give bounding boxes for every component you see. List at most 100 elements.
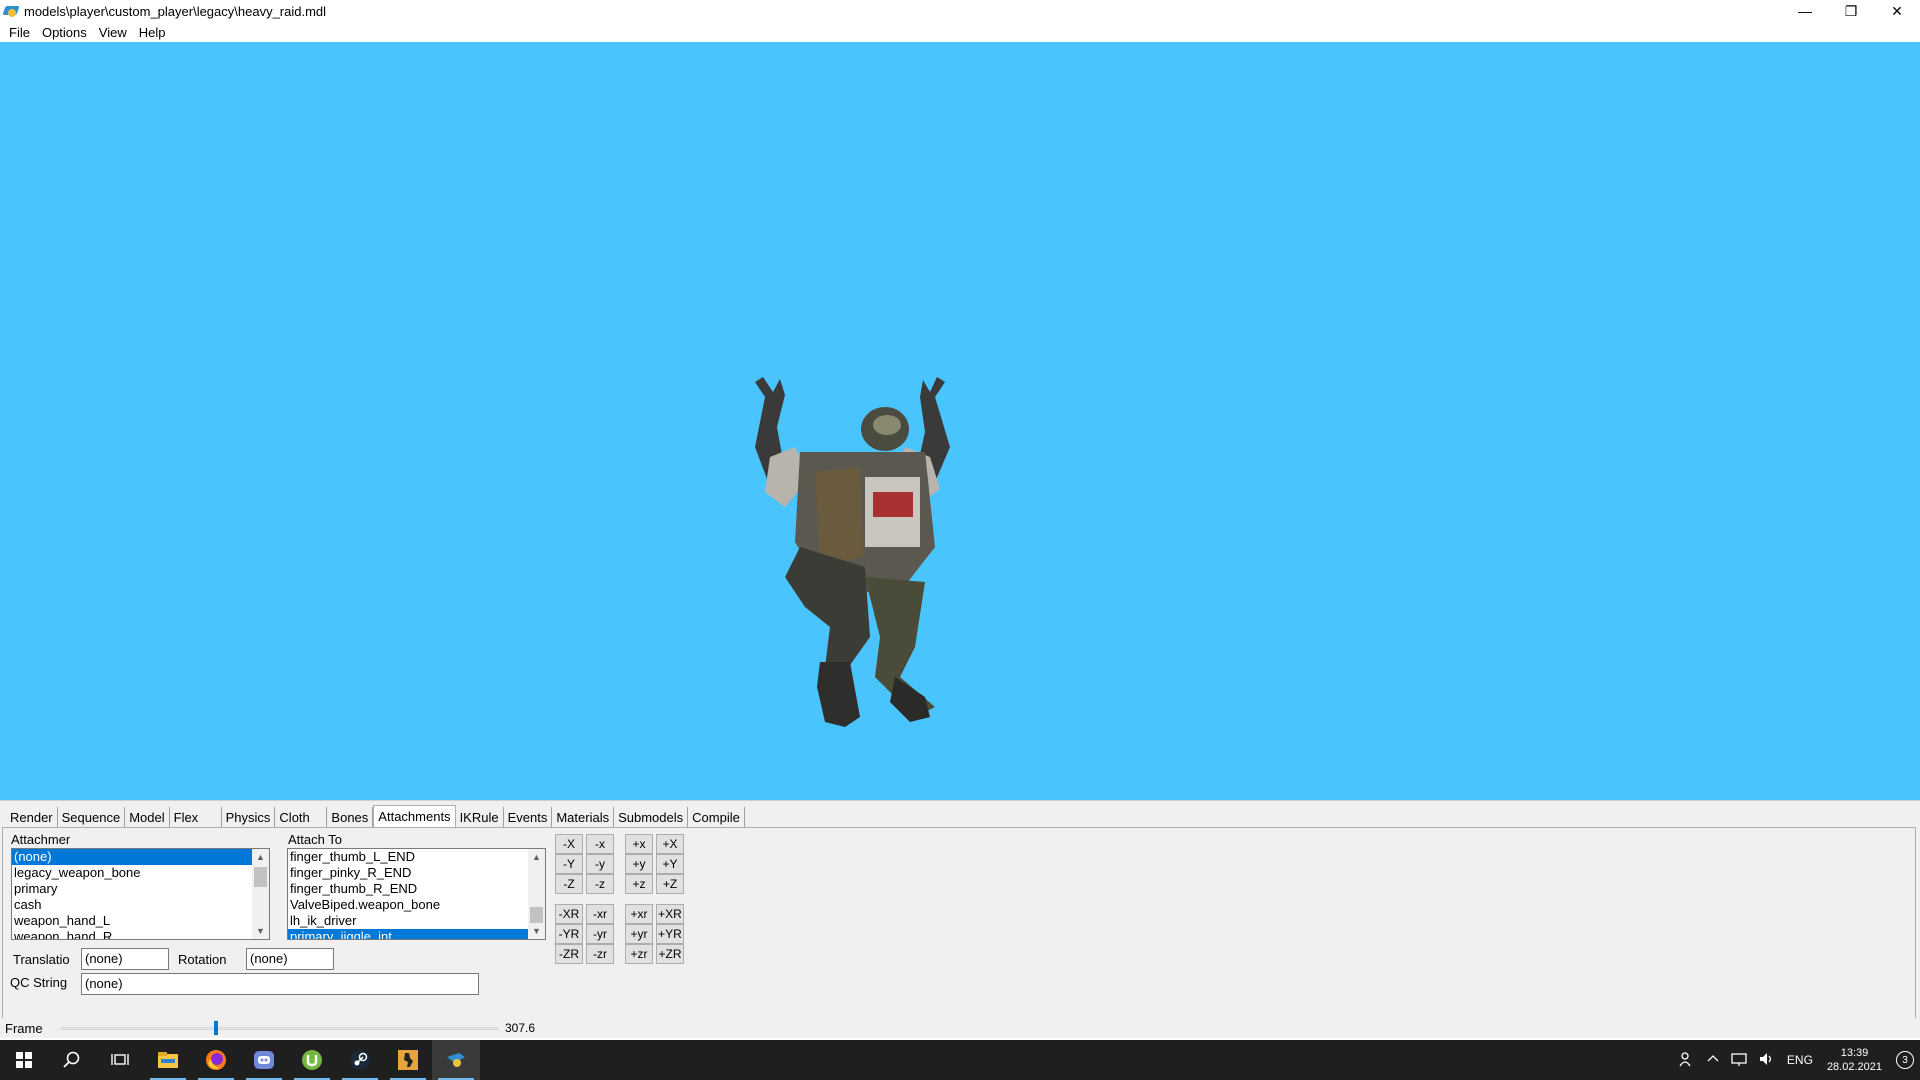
search-icon[interactable] [48,1040,96,1080]
nudge-minus-zr-button[interactable]: -zr [586,944,614,964]
attachments-scrollbar[interactable]: ▲ ▼ [252,849,269,939]
chevron-up-icon[interactable] [1701,1053,1725,1068]
attach-to-item[interactable]: finger_pinky_R_END [288,865,545,881]
attach-to-list[interactable]: finger_thumb_L_END finger_pinky_R_END fi… [287,848,546,940]
scroll-thumb[interactable] [530,907,543,923]
rotation-label: Rotation [178,952,227,967]
nudge-plus-YR-button[interactable]: +YR [656,924,684,944]
rotation-field[interactable]: (none) [246,948,334,970]
scroll-down-icon[interactable]: ▼ [528,923,545,939]
window-title: models\player\custom_player\legacy\heavy… [24,3,327,19]
scroll-up-icon[interactable]: ▲ [252,849,269,865]
attach-to-item[interactable]: finger_thumb_L_END [288,849,545,865]
volume-icon[interactable] [1753,1052,1781,1069]
attach-to-item[interactable]: finger_thumb_R_END [288,881,545,897]
nudge-minus-YR-button[interactable]: -YR [555,924,583,944]
nudge-plus-X-button[interactable]: +X [656,834,684,854]
close-button[interactable]: ✕ [1874,0,1920,22]
attachments-tab-body: Attachmer (none) legacy_weapon_bone prim… [2,827,1916,1021]
attachment-item[interactable]: legacy_weapon_bone [12,865,269,881]
tab-compile[interactable]: Compile [688,807,745,827]
scroll-down-icon[interactable]: ▼ [252,923,269,939]
task-view-icon[interactable] [96,1040,144,1080]
tab-attachments[interactable]: Attachments [373,805,456,827]
nudge-minus-x-button[interactable]: -x [586,834,614,854]
menu-help[interactable]: Help [133,25,172,40]
attach-to-item[interactable]: ValveBiped.weapon_bone [288,897,545,913]
tab-materials[interactable]: Materials [552,807,615,827]
tab-cloth[interactable]: Cloth [275,807,328,827]
nudge-minus-Z-button[interactable]: -Z [555,874,583,894]
taskbar: ENG 13:39 28.02.2021 3 [0,1040,1920,1080]
network-icon[interactable] [1725,1052,1753,1069]
nudge-minus-Y-button[interactable]: -Y [555,854,583,874]
tab-render[interactable]: Render [6,807,58,827]
menu-options[interactable]: Options [36,25,93,40]
clock[interactable]: 13:39 28.02.2021 [1819,1046,1890,1074]
scroll-thumb[interactable] [254,867,267,887]
frame-slider[interactable] [61,1027,498,1030]
file-explorer-icon[interactable] [144,1040,192,1080]
hlmv-icon[interactable] [432,1040,480,1080]
attach-to-scrollbar[interactable]: ▲ ▼ [528,849,545,939]
start-icon[interactable] [0,1040,48,1080]
frame-bar: Frame 307.6 [0,1018,1920,1038]
attachment-item[interactable]: primary [12,881,269,897]
tab-submodels[interactable]: Submodels [614,807,689,827]
attach-to-label: Attach To [288,832,342,847]
tab-model[interactable]: Model [125,807,170,827]
notifications-icon[interactable]: 3 [1890,1051,1920,1069]
scroll-up-icon[interactable]: ▲ [528,849,545,865]
attach-to-item[interactable]: lh_ik_driver [288,913,545,929]
tab-ikrule[interactable]: IKRule [456,807,504,827]
steam-icon[interactable] [336,1040,384,1080]
utorrent-icon[interactable] [288,1040,336,1080]
firefox-icon[interactable] [192,1040,240,1080]
qc-string-field[interactable]: (none) [81,973,479,995]
attach-to-item[interactable]: primary_jiggle_jnt [288,929,528,939]
tab-events[interactable]: Events [504,807,553,827]
attachments-list[interactable]: (none) legacy_weapon_bone primary cash w… [11,848,270,940]
frame-slider-thumb[interactable] [213,1021,218,1035]
nudge-minus-z-button[interactable]: -z [586,874,614,894]
nudge-minus-XR-button[interactable]: -XR [555,904,583,924]
menu-view[interactable]: View [93,25,133,40]
attachment-item[interactable]: (none) [12,849,269,865]
people-icon[interactable] [1673,1051,1701,1070]
attachment-item[interactable]: weapon_hand_R [12,929,269,939]
nudge-plus-Z-button[interactable]: +Z [656,874,684,894]
csgo-icon[interactable] [384,1040,432,1080]
title-bar: models\player\custom_player\legacy\heavy… [0,0,1920,22]
discord-icon[interactable] [240,1040,288,1080]
system-tray: ENG 13:39 28.02.2021 3 [1673,1040,1920,1080]
nudge-plus-z-button[interactable]: +z [625,874,653,894]
nudge-minus-ZR-button[interactable]: -ZR [555,944,583,964]
nudge-minus-yr-button[interactable]: -yr [586,924,614,944]
nudge-plus-yr-button[interactable]: +yr [625,924,653,944]
nudge-minus-y-button[interactable]: -y [586,854,614,874]
nudge-minus-xr-button[interactable]: -xr [586,904,614,924]
restore-button[interactable]: ❐ [1828,0,1874,22]
minimize-button[interactable]: — [1782,0,1828,22]
nudge-plus-y-button[interactable]: +y [625,854,653,874]
nudge-plus-zr-button[interactable]: +zr [625,944,653,964]
menu-file[interactable]: File [3,25,36,40]
nudge-plus-Y-button[interactable]: +Y [656,854,684,874]
nudge-plus-XR-button[interactable]: +XR [656,904,684,924]
translation-field[interactable]: (none) [81,948,169,970]
attachment-item[interactable]: weapon_hand_L [12,913,269,929]
attachment-item[interactable]: cash [12,897,269,913]
nudge-minus-X-button[interactable]: -X [555,834,583,854]
tab-bones[interactable]: Bones [327,807,374,827]
language-indicator[interactable]: ENG [1781,1053,1819,1067]
tab-physics[interactable]: Physics [222,807,276,827]
nudge-plus-xr-button[interactable]: +xr [625,904,653,924]
notification-count: 3 [1896,1051,1914,1069]
tab-flex[interactable]: Flex [170,807,222,827]
nudge-plus-ZR-button[interactable]: +ZR [656,944,684,964]
tab-sequence[interactable]: Sequence [58,807,126,827]
translation-label: Translatio [13,952,70,967]
control-panel: Render Sequence Model Flex Physics Cloth… [0,800,1920,1038]
nudge-plus-x-button[interactable]: +x [625,834,653,854]
model-viewport[interactable] [0,42,1920,800]
